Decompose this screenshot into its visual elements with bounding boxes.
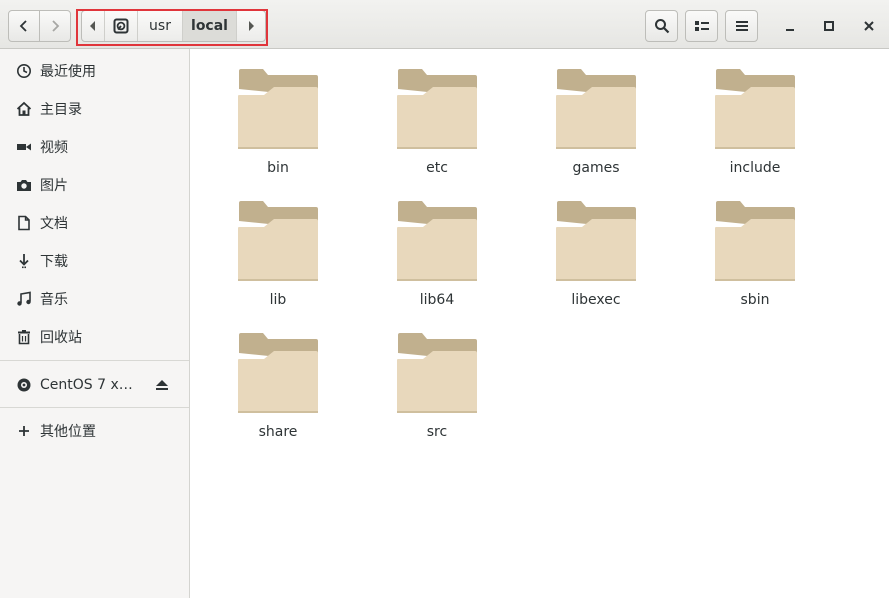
folder-item[interactable]: share: [198, 313, 358, 440]
sidebar-item-trash[interactable]: 回收站: [0, 318, 189, 356]
minimize-icon: [786, 29, 794, 31]
sidebar-item-label: 视频: [40, 140, 68, 156]
sidebar-item-label: 回收站: [40, 330, 82, 346]
view-mode-button[interactable]: [685, 10, 718, 42]
close-icon: [864, 21, 874, 31]
sidebar-item-videos[interactable]: 视频: [0, 128, 189, 166]
folder-item[interactable]: src: [357, 313, 517, 440]
folder-item[interactable]: libexec: [516, 181, 676, 308]
maximize-button[interactable]: [817, 14, 841, 38]
sidebar-separator: [0, 407, 189, 408]
sidebar-item-label: 主目录: [40, 102, 82, 118]
sidebar-item-label: 音乐: [40, 292, 68, 308]
folder-icon: [556, 69, 636, 149]
file-grid: bin etc games include lib lib64 libexec …: [191, 49, 889, 598]
home-icon: [16, 101, 32, 117]
header-bar: usr local: [0, 0, 889, 49]
folder-item[interactable]: games: [516, 49, 676, 176]
sidebar-item-pictures[interactable]: 图片: [0, 166, 189, 204]
path-segment-label: local: [191, 18, 228, 34]
music-icon: [16, 291, 32, 307]
camera-icon: [16, 177, 32, 193]
folder-icon: [238, 69, 318, 149]
folder-name: bin: [267, 160, 289, 176]
path-segment-label: usr: [149, 18, 171, 34]
eject-button[interactable]: [153, 376, 171, 394]
hamburger-menu-icon: [735, 21, 748, 31]
sidebar-device-label: CentOS 7 x…: [40, 377, 133, 393]
sidebar-item-music[interactable]: 音乐: [0, 280, 189, 318]
folder-icon: [397, 201, 477, 281]
folder-icon: [556, 201, 636, 281]
sidebar-item-home[interactable]: 主目录: [0, 90, 189, 128]
folder-item[interactable]: include: [675, 49, 835, 176]
recent-clock-icon: [16, 63, 32, 79]
back-button[interactable]: [8, 10, 40, 42]
sidebar-separator: [0, 360, 189, 361]
folder-item[interactable]: etc: [357, 49, 517, 176]
maximize-icon: [824, 21, 834, 31]
folder-icon: [715, 201, 795, 281]
path-bar: usr local: [81, 10, 266, 42]
sidebar-item-label: 最近使用: [40, 64, 96, 80]
folder-item[interactable]: lib64: [357, 181, 517, 308]
path-scroll-left-button[interactable]: [82, 11, 105, 41]
folder-item[interactable]: sbin: [675, 181, 835, 308]
sidebar-item-documents[interactable]: 文档: [0, 204, 189, 242]
sidebar-item-label: 其他位置: [40, 424, 96, 440]
folder-item[interactable]: lib: [198, 181, 358, 308]
path-segment-usr[interactable]: usr: [138, 11, 183, 41]
folder-icon: [397, 69, 477, 149]
download-icon: [16, 253, 32, 269]
path-right-arrow-icon: [249, 21, 254, 31]
folder-name: sbin: [740, 292, 770, 308]
folder-item[interactable]: bin: [198, 49, 358, 176]
video-icon: [16, 139, 32, 155]
sidebar-item-downloads[interactable]: 下载: [0, 242, 189, 280]
sidebar-item-label: 图片: [40, 178, 68, 194]
search-button[interactable]: [645, 10, 678, 42]
sidebar-item-label: 下载: [40, 254, 68, 270]
trash-icon: [16, 329, 32, 345]
sidebar-item-recent[interactable]: 最近使用: [0, 52, 189, 90]
folder-icon: [397, 333, 477, 413]
folder-name: share: [258, 424, 298, 440]
minimize-button[interactable]: [778, 14, 802, 38]
document-icon: [16, 215, 32, 231]
folder-icon: [238, 333, 318, 413]
plus-icon: [16, 423, 32, 439]
folder-name: libexec: [571, 292, 621, 308]
path-scroll-right-button[interactable]: [237, 11, 265, 41]
folder-name: games: [572, 160, 620, 176]
folder-name: include: [729, 160, 781, 176]
close-button[interactable]: [857, 14, 881, 38]
forward-button[interactable]: [39, 10, 71, 42]
search-icon: [654, 19, 669, 34]
go-back-icon: [19, 20, 27, 32]
list-view-icon: [694, 21, 709, 31]
navigation-buttons: [8, 10, 72, 42]
folder-name: lib64: [419, 292, 455, 308]
folder-name: lib: [269, 292, 287, 308]
places-sidebar: 最近使用 主目录 视频 图片 文档 下载 音乐 回收站 CentOS 7 x… …: [0, 49, 190, 598]
folder-icon: [238, 201, 318, 281]
path-root-button[interactable]: [105, 11, 138, 41]
folder-icon: [715, 69, 795, 149]
folder-name: src: [426, 424, 448, 440]
menu-button[interactable]: [725, 10, 758, 42]
sidebar-item-other-locations[interactable]: 其他位置: [0, 412, 189, 450]
path-left-arrow-icon: [90, 21, 95, 31]
eject-icon: [156, 380, 168, 390]
go-forward-icon: [52, 20, 60, 32]
path-segment-local[interactable]: local: [183, 11, 237, 41]
disc-icon: [16, 377, 32, 393]
folder-name: etc: [426, 160, 448, 176]
filesystem-root-icon: [113, 18, 129, 34]
sidebar-item-label: 文档: [40, 216, 68, 232]
